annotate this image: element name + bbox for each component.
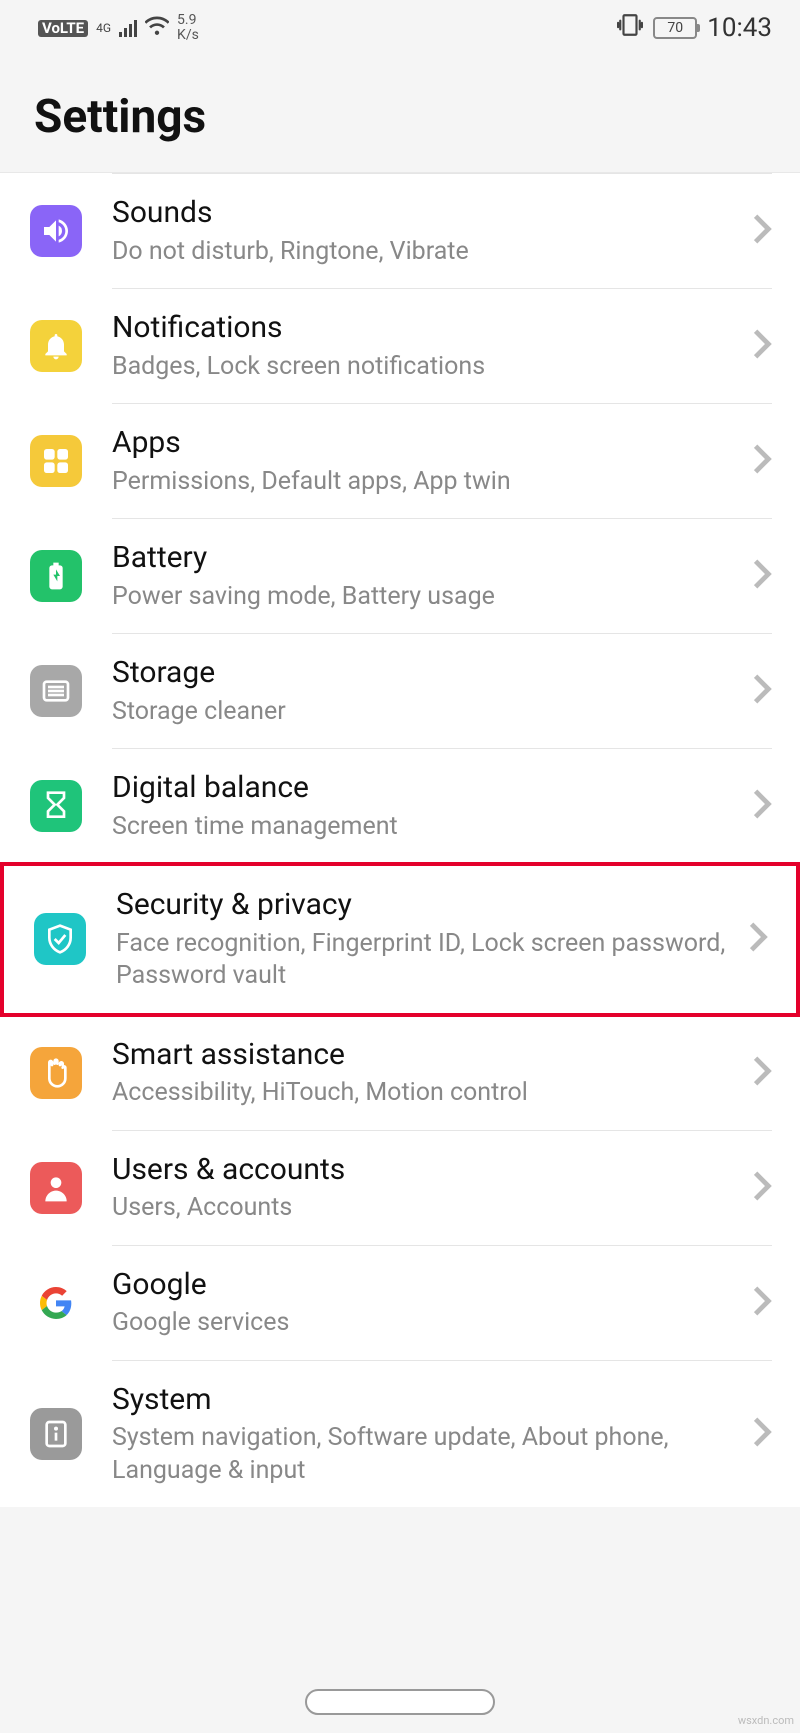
- chevron-right-icon: [752, 788, 772, 824]
- info-icon: [30, 1408, 82, 1460]
- item-subtitle: Accessibility, HiTouch, Motion control: [112, 1077, 742, 1110]
- settings-item-storage[interactable]: Storage Storage cleaner: [0, 634, 800, 748]
- storage-icon: [30, 665, 82, 717]
- hand-icon: [30, 1047, 82, 1099]
- signal-icon: [119, 19, 137, 37]
- apps-icon: [30, 435, 82, 487]
- item-title: Users & accounts: [112, 1151, 742, 1189]
- item-title: Digital balance: [112, 769, 742, 807]
- item-title: Notifications: [112, 309, 742, 347]
- status-right: 70 10:43: [617, 12, 772, 44]
- network-speed: 5.9K/s: [177, 13, 199, 44]
- item-title: Battery: [112, 539, 742, 577]
- item-subtitle: Permissions, Default apps, App twin: [112, 466, 742, 499]
- item-subtitle: Do not disturb, Ringtone, Vibrate: [112, 236, 742, 269]
- item-title: Security & privacy: [116, 886, 738, 924]
- chevron-right-icon: [752, 443, 772, 479]
- item-title: Storage: [112, 654, 742, 692]
- item-subtitle: Users, Accounts: [112, 1192, 742, 1225]
- chevron-right-icon: [752, 328, 772, 364]
- settings-item-smart-assistance[interactable]: Smart assistance Accessibility, HiTouch,…: [0, 1016, 800, 1130]
- notifications-icon: [30, 320, 82, 372]
- chevron-right-icon: [748, 921, 768, 957]
- chevron-right-icon: [752, 558, 772, 594]
- settings-item-notifications[interactable]: Notifications Badges, Lock screen notifi…: [0, 289, 800, 403]
- settings-item-security-privacy[interactable]: Security & privacy Face recognition, Fin…: [0, 862, 800, 1017]
- settings-item-google[interactable]: Google Google services: [0, 1246, 800, 1360]
- google-icon: [30, 1277, 82, 1329]
- chevron-right-icon: [752, 1416, 772, 1452]
- page-header: Settings: [0, 52, 800, 172]
- user-icon: [30, 1162, 82, 1214]
- item-title: Google: [112, 1266, 742, 1304]
- chevron-right-icon: [752, 1170, 772, 1206]
- settings-list: Sounds Do not disturb, Ringtone, Vibrate…: [0, 172, 800, 1507]
- item-title: System: [112, 1381, 742, 1419]
- item-subtitle: Storage cleaner: [112, 696, 742, 729]
- item-subtitle: Power saving mode, Battery usage: [112, 581, 742, 614]
- sounds-icon: [30, 205, 82, 257]
- item-subtitle: Screen time management: [112, 811, 742, 844]
- item-subtitle: System navigation, Software update, Abou…: [112, 1422, 742, 1487]
- navigation-pill[interactable]: [305, 1689, 495, 1715]
- volte-icon: VoLTE: [38, 20, 88, 37]
- settings-item-system[interactable]: System System navigation, Software updat…: [0, 1361, 800, 1508]
- page-title: Settings: [34, 90, 772, 144]
- item-subtitle: Face recognition, Fingerprint ID, Lock s…: [116, 928, 738, 993]
- settings-item-sounds[interactable]: Sounds Do not disturb, Ringtone, Vibrate: [0, 174, 800, 288]
- settings-item-battery[interactable]: Battery Power saving mode, Battery usage: [0, 519, 800, 633]
- battery-icon: 70: [653, 17, 697, 39]
- item-title: Sounds: [112, 194, 742, 232]
- chevron-right-icon: [752, 213, 772, 249]
- wifi-icon: [145, 15, 169, 41]
- shield-icon: [34, 913, 86, 965]
- item-title: Apps: [112, 424, 742, 462]
- settings-item-digital-balance[interactable]: Digital balance Screen time management: [0, 749, 800, 863]
- settings-item-apps[interactable]: Apps Permissions, Default apps, App twin: [0, 404, 800, 518]
- chevron-right-icon: [752, 1285, 772, 1321]
- chevron-right-icon: [752, 1055, 772, 1091]
- settings-item-users-accounts[interactable]: Users & accounts Users, Accounts: [0, 1131, 800, 1245]
- status-left: VoLTE 4G 5.9K/s: [38, 13, 199, 44]
- item-subtitle: Badges, Lock screen notifications: [112, 351, 742, 384]
- watermark: wsxdn.com: [738, 1714, 794, 1727]
- item-title: Smart assistance: [112, 1036, 742, 1074]
- item-subtitle: Google services: [112, 1307, 742, 1340]
- battery-icon: [30, 550, 82, 602]
- chevron-right-icon: [752, 673, 772, 709]
- network-type: 4G: [96, 22, 111, 34]
- vibrate-icon: [617, 12, 643, 44]
- hourglass-icon: [30, 780, 82, 832]
- status-bar: VoLTE 4G 5.9K/s 70 10:43: [0, 0, 800, 52]
- clock: 10:43: [707, 13, 772, 43]
